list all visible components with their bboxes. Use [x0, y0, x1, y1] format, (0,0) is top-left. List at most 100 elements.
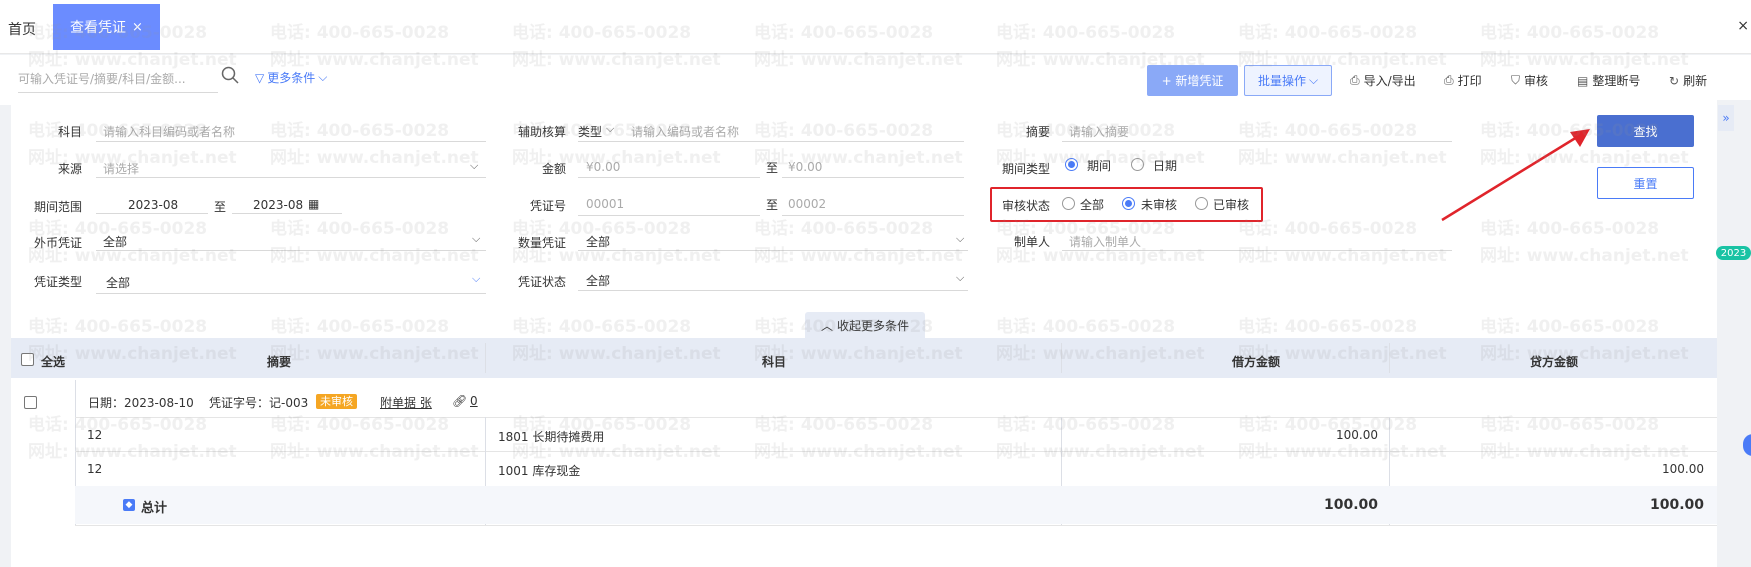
shield-icon: ⛉	[1511, 73, 1521, 87]
print-button[interactable]: ⎙ 打印	[1444, 72, 1482, 89]
header-subject: 科目	[762, 355, 787, 369]
tab-view-voucher-label: 查看凭证	[70, 20, 127, 36]
refresh-button[interactable]: ↻ 刷新	[1669, 72, 1707, 89]
link-icon: 🔗︎	[452, 394, 468, 408]
more-conditions-label: 更多条件	[267, 71, 316, 85]
tab-home[interactable]: 首页	[8, 19, 36, 39]
voucher-type-select[interactable]: 全部	[106, 274, 130, 291]
renumber-icon: ▤	[1577, 73, 1589, 88]
find-button[interactable]: 查找	[1597, 115, 1694, 147]
chevron-down-icon: ⌵	[472, 272, 481, 285]
subject-label: 科目	[57, 125, 82, 139]
highlight-box	[990, 187, 1263, 222]
annotation-arrow	[1441, 129, 1590, 222]
search-input[interactable]: 可输入凭证号/摘要/科目/金额...	[18, 65, 218, 93]
amount-to-input[interactable]: ¥0.00	[788, 160, 822, 174]
chevron-up-icon: ︿	[820, 318, 833, 333]
aux-input[interactable]: 请输入编码或者名称	[631, 123, 739, 140]
window-close-icon[interactable]: ×	[1737, 18, 1749, 34]
voucher-checkbox[interactable]	[24, 396, 37, 409]
right-sidebar	[1717, 100, 1751, 567]
source-label: 来源	[57, 162, 82, 176]
maker-input[interactable]: 请输入制单人	[1069, 233, 1141, 250]
foreign-select[interactable]: 全部	[103, 233, 127, 250]
chevron-down-icon: ⌵	[1308, 73, 1319, 87]
select-all-checkbox[interactable]	[21, 353, 34, 366]
new-voucher-button[interactable]: + 新增凭证	[1147, 65, 1238, 96]
row2-subject: 1001 库存现金	[498, 464, 581, 478]
header-debit: 借方金额	[1232, 355, 1281, 369]
quantity-label: 数量凭证	[517, 236, 566, 250]
period-type-radio-period[interactable]	[1065, 158, 1078, 171]
period-type-opt1: 期间	[1087, 159, 1112, 173]
total-credit: 100.00	[1649, 497, 1704, 513]
voucher-date: 日期：2023-08-10	[88, 396, 194, 410]
foreign-label: 外币凭证	[33, 236, 82, 250]
import-export-button[interactable]: ⎙ 导入/导出	[1350, 72, 1416, 89]
amount-sep: 至	[766, 161, 779, 175]
batch-operation-label: 批量操作	[1257, 74, 1306, 88]
tab-bar: 首页 查看凭证 × ×	[0, 0, 1751, 54]
total-debit: 100.00	[1323, 497, 1378, 513]
header-summary: 摘要	[267, 355, 292, 369]
printer-icon: ⎙	[1444, 73, 1454, 87]
filter-icon: ▽	[255, 70, 265, 85]
voucher-status-select[interactable]: 全部	[586, 272, 610, 289]
total-label: 总计	[141, 501, 168, 516]
quantity-select[interactable]: 全部	[586, 233, 610, 250]
row1-summary: 12	[87, 428, 103, 442]
audit-button[interactable]: ⛉ 审核	[1511, 72, 1548, 89]
voucher-no-label: 凭证号	[529, 199, 566, 213]
refresh-label: 刷新	[1683, 74, 1708, 88]
batch-operation-button[interactable]: 批量操作 ⌵	[1244, 65, 1332, 96]
aux-type-select[interactable]: 类型	[578, 123, 602, 140]
period-from-input[interactable]: 2023-08	[128, 198, 178, 212]
source-select[interactable]: 请选择	[103, 160, 139, 177]
voucher-no-sep: 至	[766, 198, 779, 212]
chevron-down-icon: ⌵	[956, 271, 965, 284]
refresh-icon: ↻	[1669, 73, 1680, 88]
expand-icon[interactable]: »	[1718, 105, 1734, 131]
amount-from-input[interactable]: ¥0.00	[586, 160, 620, 174]
period-to-input[interactable]: 2023-08	[253, 198, 303, 212]
amount-label: 金额	[541, 162, 566, 176]
chevron-down-icon: ⌵	[318, 70, 328, 84]
voucher-no-to-input[interactable]: 00002	[788, 197, 826, 211]
link-count[interactable]: 0	[470, 394, 478, 408]
search-icon[interactable]	[220, 65, 240, 85]
more-conditions-button[interactable]: ▽ 更多条件 ⌵	[255, 69, 327, 86]
audit-label: 审核	[1524, 74, 1549, 88]
summary-input[interactable]: 请输入摘要	[1069, 123, 1129, 140]
maker-label: 制单人	[1013, 235, 1050, 249]
summary-label: 摘要	[1025, 125, 1050, 139]
period-type-label: 期间类型	[1001, 162, 1050, 176]
year-badge: 2023	[1716, 246, 1751, 260]
renumber-button[interactable]: ▤ 整理断号	[1577, 72, 1640, 89]
chevron-down-icon: ⌵	[606, 122, 615, 135]
header-select-all: 全选	[41, 355, 66, 369]
import-export-label: 导入/导出	[1363, 74, 1416, 88]
row2-summary: 12	[87, 462, 103, 476]
row1-subject: 1801 长期待摊费用	[498, 430, 605, 444]
row2-credit: 100.00	[1662, 462, 1704, 476]
subject-input[interactable]: 请输入科目编码或者名称	[103, 123, 235, 140]
aux-label: 辅助核算	[517, 125, 566, 139]
toolbar: 可输入凭证号/摘要/科目/金额... ▽ 更多条件 ⌵ + 新增凭证 批量操作 …	[0, 55, 1751, 105]
voucher-type-label: 凭证类型	[33, 275, 82, 289]
reset-button[interactable]: 重置	[1597, 167, 1694, 199]
voucher-number[interactable]: 凭证字号：记-003	[209, 394, 308, 411]
total-icon: ◆	[123, 499, 135, 511]
total-row	[75, 486, 1717, 524]
row1-debit: 100.00	[1336, 428, 1378, 442]
period-range-label: 期间范围	[33, 200, 82, 214]
period-type-radio-date[interactable]	[1131, 158, 1144, 171]
collapse-conditions-button[interactable]: ︿ 收起更多条件	[805, 312, 925, 338]
tab-view-voucher[interactable]: 查看凭证 ×	[53, 4, 160, 50]
chevron-down-icon: ⌵	[956, 232, 965, 245]
attachment-link[interactable]: 附单据 张	[380, 394, 432, 411]
status-badge: 未审核	[316, 394, 357, 409]
tab-close-icon[interactable]: ×	[132, 20, 143, 35]
voucher-no-from-input[interactable]: 00001	[586, 197, 624, 211]
calendar-icon[interactable]: ▦	[308, 197, 319, 211]
chevron-down-icon: ⌵	[472, 232, 481, 245]
